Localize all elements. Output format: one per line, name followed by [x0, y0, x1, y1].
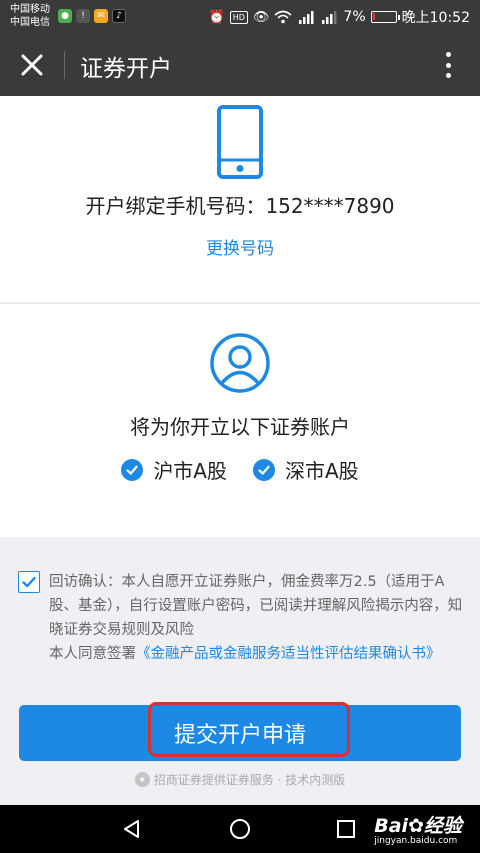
market-label: 深市A股	[285, 459, 359, 483]
change-number-link[interactable]: 更换号码	[0, 234, 480, 259]
check-circle-icon	[253, 458, 275, 481]
watermark-sub: jingyan.baidu.com	[374, 836, 458, 846]
market-label: 沪市A股	[153, 459, 227, 483]
more-dot-icon	[445, 62, 451, 68]
mail-icon: ✉	[94, 9, 108, 23]
alarm-icon: ⏰	[208, 9, 225, 25]
lock-icon: ●	[58, 9, 72, 23]
clock: 晚上10:52	[401, 10, 470, 26]
carrier-1: 中国移动	[10, 4, 50, 15]
baidu-watermark: Bai✿经验 jingyan.baidu.com	[374, 811, 462, 846]
close-icon	[21, 54, 43, 76]
wifi-icon	[274, 10, 292, 24]
broker-logo-icon: ★	[134, 772, 150, 787]
market-list: 沪市A股 深市A股	[0, 455, 480, 484]
annotation-highlight-box	[148, 702, 350, 757]
user-avatar-icon	[210, 333, 270, 393]
return-visit-confirmation: 回访确认：本人自愿开立证券账户，佣金费率万2.5（适用于A股、基金），自行设置账…	[49, 574, 463, 638]
nav-back-button[interactable]	[120, 817, 144, 841]
recents-square-icon	[337, 820, 355, 838]
consent-line: 本人同意签署《金融产品或金融服务适当性评估结果确认书》	[49, 642, 467, 666]
tiktok-icon: ♪	[112, 9, 126, 23]
checkmark-icon	[22, 576, 36, 588]
status-right: ⏰ HD 👁 7% 晚上10:52	[209, 7, 470, 27]
footer-note: ★ 招商证券提供证券服务 · 技术内测版	[0, 771, 480, 788]
watermark-main: Bai	[374, 815, 409, 837]
check-circle-icon	[121, 458, 144, 481]
status-bar: 中国移动 中国电信 ● ! ✉ ♪ ⏰ HD 👁 7% 晚上10:52	[0, 0, 480, 34]
close-button[interactable]	[14, 47, 50, 83]
signal-icon-2g	[322, 11, 337, 24]
more-dot-icon	[445, 52, 451, 57]
bound-phone-line: 开户绑定手机号码：152****7890	[0, 190, 480, 219]
account-title: 将为你开立以下证券账户	[130, 415, 350, 439]
home-circle-icon	[230, 819, 250, 839]
notification-icons: ● ! ✉ ♪	[58, 9, 126, 23]
app-bar: 证券开户	[0, 34, 480, 96]
more-dot-icon	[445, 73, 451, 78]
nav-home-button[interactable]	[228, 817, 252, 841]
market-item-sz[interactable]: 深市A股	[253, 455, 359, 484]
paw-icon: ✿	[408, 815, 424, 837]
consent-prefix: 本人同意签署	[49, 646, 136, 662]
app-bar-divider	[64, 51, 65, 79]
bound-phone-label: 开户绑定手机号码：	[85, 194, 266, 218]
account-card: 将为你开立以下证券账户 沪市A股 深市A股	[0, 303, 480, 537]
agreement-checkbox[interactable]	[18, 571, 40, 593]
phone-card: 开户绑定手机号码：152****7890 更换号码	[0, 96, 480, 302]
nav-recents-button[interactable]	[334, 817, 358, 841]
back-triangle-icon	[124, 820, 139, 838]
battery-fill	[372, 13, 375, 20]
alert-icon: !	[76, 9, 90, 23]
agreement-text: 回访确认：本人自愿开立证券账户，佣金费率万2.5（适用于A股、基金），自行设置账…	[49, 570, 467, 666]
market-item-sh[interactable]: 沪市A股	[121, 455, 227, 484]
eye-icon: 👁	[252, 9, 270, 25]
signal-icon-4g	[299, 11, 314, 24]
battery-icon	[370, 11, 400, 23]
battery-percent: 7%	[343, 9, 366, 25]
carrier-2: 中国电信	[10, 17, 50, 28]
page-title: 证券开户	[80, 56, 172, 82]
more-options-button[interactable]	[438, 50, 458, 80]
watermark-brand: 经验	[423, 815, 462, 837]
footer-text: 招商证券提供证券服务 · 技术内测版	[153, 773, 346, 787]
bound-phone-value: 152****7890	[265, 194, 395, 218]
hd-badge: HD	[229, 10, 248, 24]
carrier-info: 中国移动 中国电信	[10, 3, 50, 29]
mobile-phone-icon	[217, 105, 263, 179]
suitability-document-link[interactable]: 《金融产品或金融服务适当性评估结果确认书》	[136, 646, 441, 662]
